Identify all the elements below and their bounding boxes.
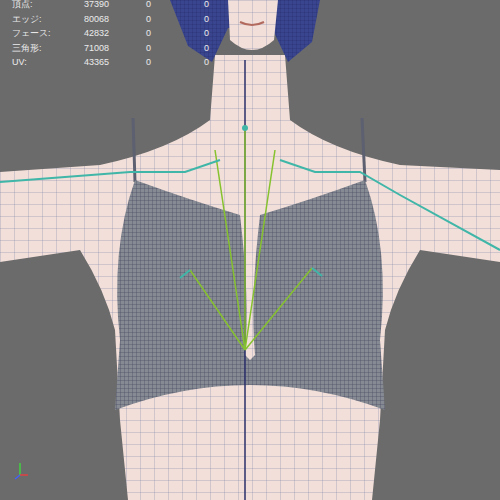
hud-value: 0: [146, 41, 204, 56]
hud-row: UV:4336500: [12, 55, 262, 70]
hud-value: 80068: [84, 12, 146, 27]
garment-mesh: [115, 180, 385, 410]
hud-value: 0: [204, 0, 262, 12]
axis-gizmo-icon: [15, 463, 28, 479]
hud-row: エッジ:8006800: [12, 12, 262, 27]
hud-label: フェース:: [12, 26, 84, 41]
face-mesh: [228, 0, 278, 50]
hud-label: 三角形:: [12, 41, 84, 56]
body-mesh: [0, 55, 500, 500]
hud-row: 三角形:7100800: [12, 41, 262, 56]
hud-value: 0: [146, 55, 204, 70]
hud-value: 0: [146, 0, 204, 12]
hud-label: 頂点:: [12, 0, 84, 12]
hud-value: 0: [146, 26, 204, 41]
hud-value: 0: [146, 12, 204, 27]
hud-label: UV:: [12, 55, 84, 70]
hud-row: フェース:4283200: [12, 26, 262, 41]
hud-value: 42832: [84, 26, 146, 41]
hud-value: 0: [204, 41, 262, 56]
hud-value: 37390: [84, 0, 146, 12]
hud-value: 0: [204, 55, 262, 70]
hud-value: 0: [204, 26, 262, 41]
hud-value: 0: [204, 12, 262, 27]
hair-mesh: [170, 0, 320, 62]
viewport[interactable]: 頂点:3739000エッジ:8006800フェース:4283200三角形:710…: [0, 0, 500, 500]
hud-label: エッジ:: [12, 12, 84, 27]
hud-row: 頂点:3739000: [12, 0, 262, 12]
hud-value: 43365: [84, 55, 146, 70]
hud-stats: 頂点:3739000エッジ:8006800フェース:4283200三角形:710…: [12, 0, 262, 70]
model-render-icon[interactable]: [0, 0, 500, 500]
hud-value: 71008: [84, 41, 146, 56]
